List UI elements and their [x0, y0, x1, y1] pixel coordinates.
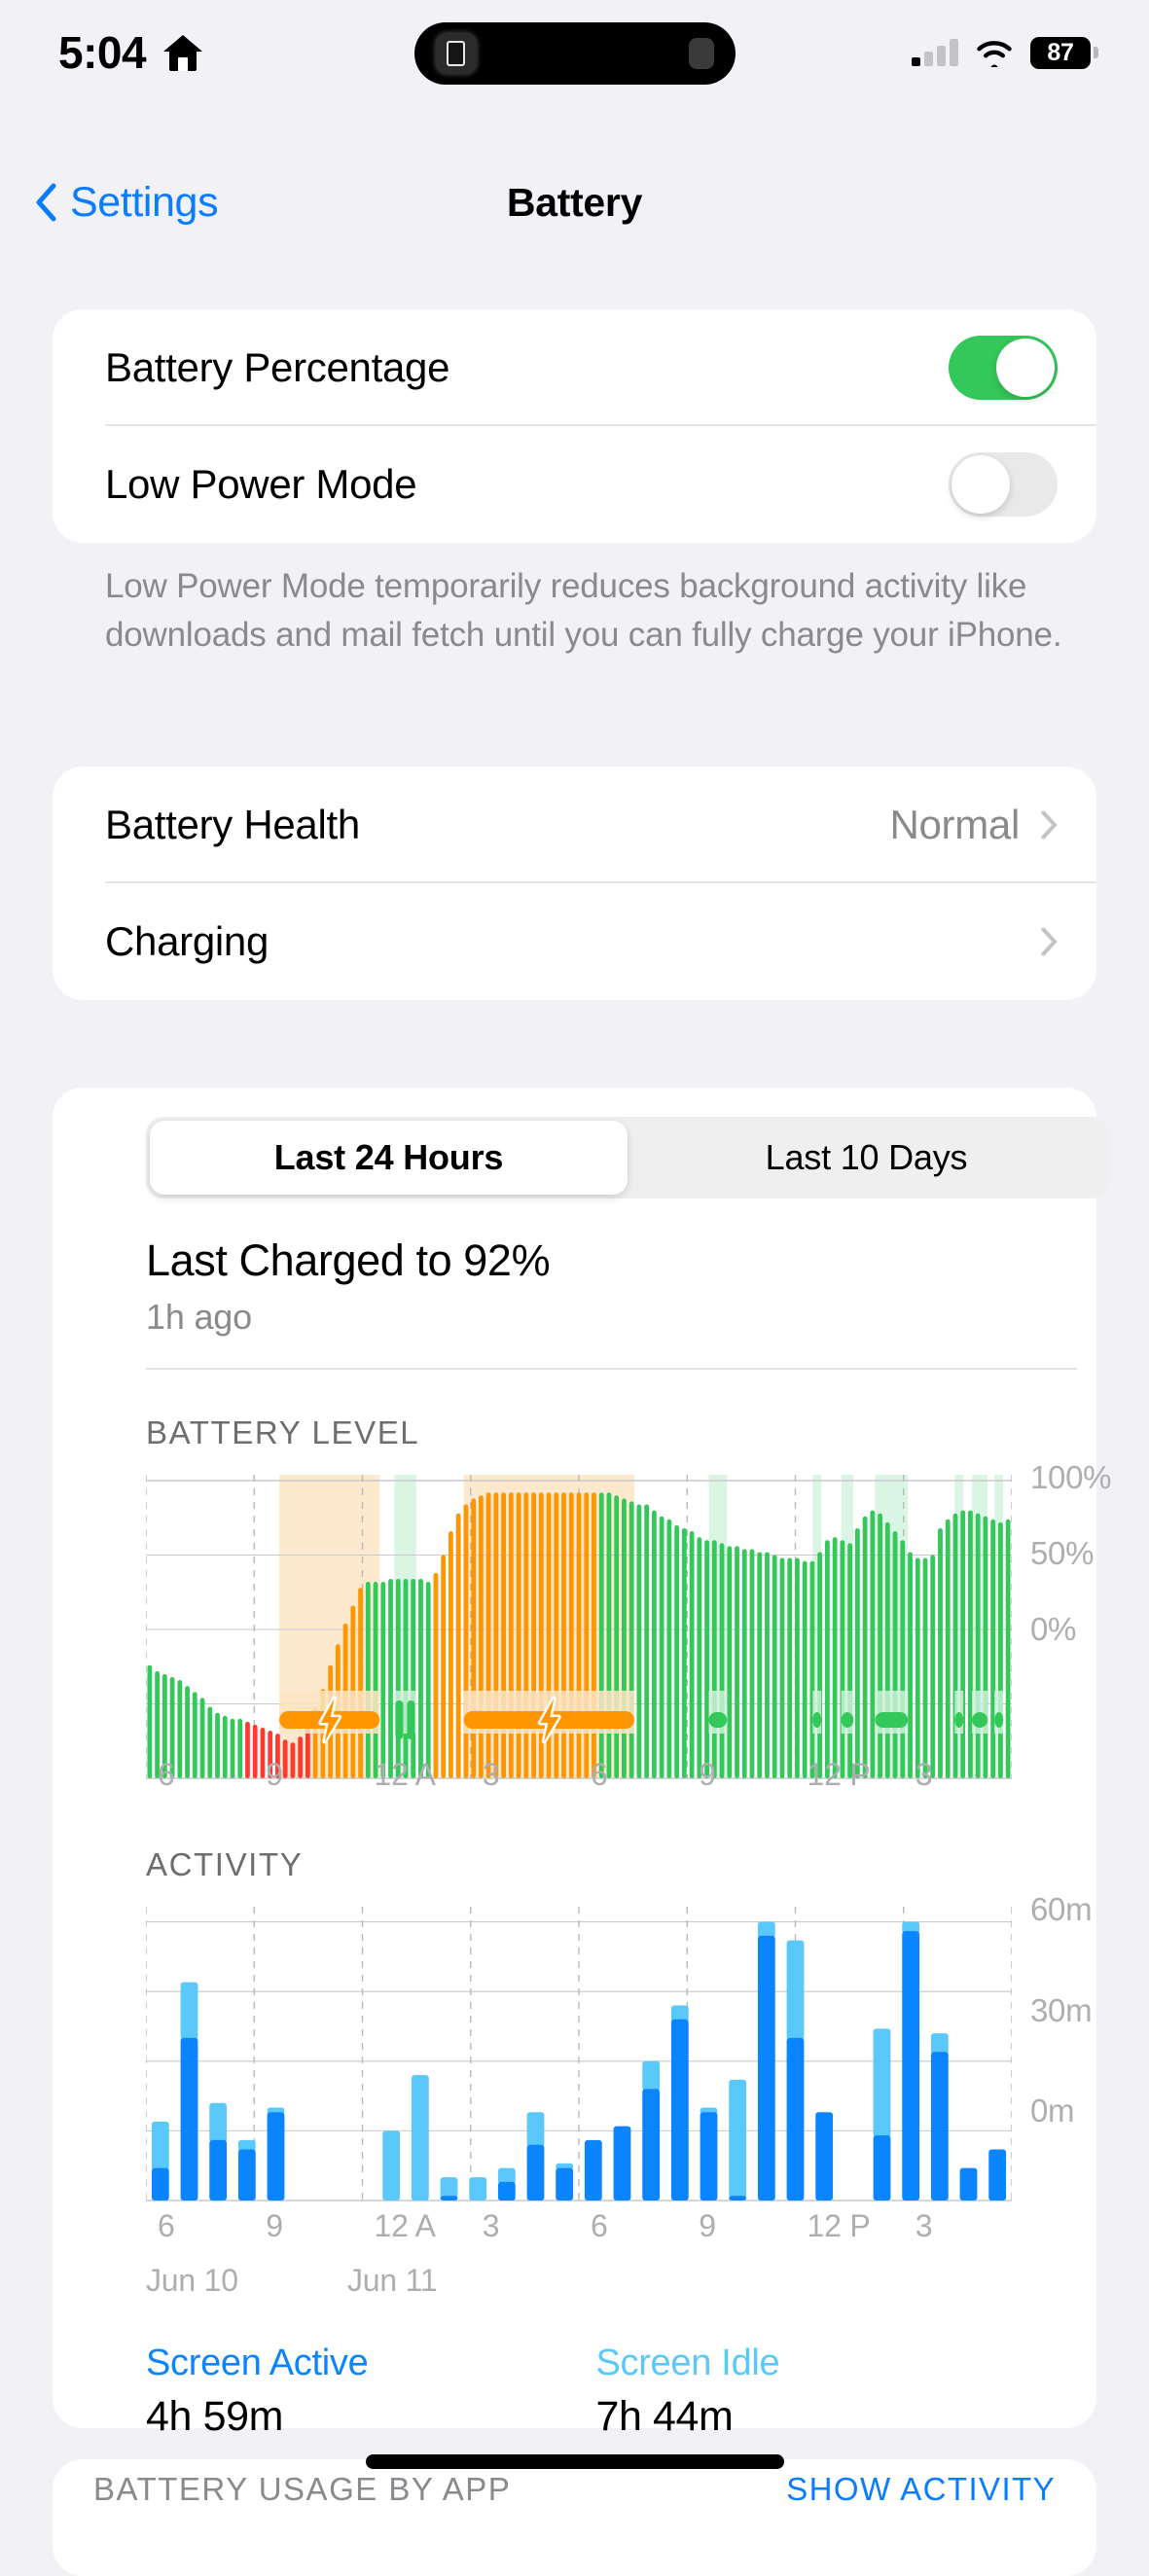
x-tick-label: 3 [482, 1757, 500, 1792]
x-tick-label: 3 [915, 2208, 933, 2243]
activity-ytick-0m: 0m [1030, 2093, 1075, 2129]
battery-percentage-toggle[interactable] [949, 336, 1058, 400]
x-tick-label: 9 [699, 1757, 716, 1792]
live-activity-app-icon [435, 33, 477, 74]
activity-date-axis: Jun 10 Jun 11 [146, 2263, 1012, 2308]
activity-ytick-60m: 60m [1030, 1891, 1093, 1927]
battery-health-value: Normal [889, 802, 1020, 847]
legend-screen-active-value: 4h 59m [146, 2393, 284, 2440]
battery-charge-indicator-row [146, 1691, 1012, 1759]
live-activity-indicator [688, 38, 714, 69]
legend-screen-active-label: Screen Active [146, 2343, 369, 2383]
x-tick-label: 12 A [374, 1757, 436, 1792]
cellular-signal-icon [912, 39, 958, 66]
x-tick-label: 9 [266, 2208, 283, 2243]
legend-screen-idle: Screen Idle 7h 44m [595, 2343, 779, 2441]
charging-row[interactable]: Charging [53, 883, 1096, 1000]
battery-usage-by-app-heading: BATTERY USAGE BY APP [93, 2471, 512, 2507]
x-tick-label: 6 [591, 2208, 608, 2243]
legend-screen-idle-label: Screen Idle [595, 2343, 780, 2383]
x-tick-label: 12 A [374, 2208, 436, 2243]
show-activity-button[interactable]: SHOW ACTIVITY [786, 2471, 1056, 2508]
battery-modes-card: Battery Percentage Low Power Mode [53, 309, 1096, 543]
battery-status-icon: 87 [1030, 36, 1098, 69]
home-indicator[interactable] [365, 2454, 784, 2469]
date-label-jun10: Jun 10 [146, 2263, 238, 2298]
battery-level-ytick-50: 50% [1030, 1535, 1095, 1571]
battery-usage-card: Last 24 Hours Last 10 Days Last Charged … [53, 1088, 1112, 2440]
activity-chart[interactable] [145, 1907, 1013, 2208]
low-power-mode-label: Low Power Mode [105, 461, 417, 507]
navigation-bar: Settings Battery [0, 163, 1149, 241]
activity-x-axis: 6 9 12 A 3 6 9 12 P 3 [146, 2208, 1012, 2253]
dynamic-island[interactable] [413, 22, 736, 85]
last-charged-title: Last Charged to 92% [146, 1235, 551, 1285]
low-power-mode-toggle[interactable] [949, 452, 1058, 517]
status-bar-left: 5:04 [58, 26, 204, 79]
battery-level-ytick-0: 0% [1030, 1611, 1077, 1647]
status-bar: 5:04 87 [0, 0, 1149, 105]
legend-screen-active: Screen Active 4h 59m [146, 2343, 369, 2441]
status-bar-right: 87 [912, 36, 1098, 72]
battery-level-heading: BATTERY LEVEL [146, 1414, 420, 1450]
activity-heading: ACTIVITY [146, 1846, 304, 1882]
battery-level-ytick-100: 100% [1030, 1459, 1112, 1495]
x-tick-label: 3 [915, 1757, 933, 1792]
last-charged-subtitle: 1h ago [146, 1297, 252, 1337]
activity-legend: Screen Active 4h 59m Screen Idle 7h 44m [146, 2343, 780, 2441]
x-tick-label: 9 [266, 1757, 283, 1792]
charging-label: Charging [105, 918, 269, 964]
battery-level-x-axis: 6 9 12 A 3 6 9 12 P 3 [146, 1757, 1012, 1802]
battery-percent-label: 87 [1047, 38, 1074, 66]
low-power-mode-footnote: Low Power Mode temporarily reduces backg… [105, 567, 1062, 655]
chevron-right-icon [1041, 927, 1058, 956]
segment-last-24-hours[interactable]: Last 24 Hours [150, 1121, 628, 1195]
battery-percentage-row[interactable]: Battery Percentage [53, 309, 1096, 426]
x-tick-label: 9 [699, 2208, 716, 2243]
segment-last-10-days[interactable]: Last 10 Days [628, 1121, 1105, 1195]
x-tick-label: 12 P [807, 2208, 871, 2243]
house-icon [162, 32, 204, 73]
page-title: Battery [506, 179, 643, 225]
time-range-segmented-control[interactable]: Last 24 Hours Last 10 Days [146, 1117, 1109, 1199]
chevron-right-icon [1041, 810, 1058, 840]
date-label-jun11: Jun 11 [347, 2263, 438, 2298]
legend-screen-idle-value: 7h 44m [595, 2393, 734, 2440]
battery-health-label: Battery Health [105, 802, 360, 847]
x-tick-label: 6 [591, 1757, 608, 1792]
battery-percentage-label: Battery Percentage [105, 344, 450, 390]
status-bar-time: 5:04 [58, 27, 147, 78]
low-power-mode-row[interactable]: Low Power Mode [53, 426, 1096, 543]
wifi-icon [975, 38, 1014, 72]
card-divider [146, 1368, 1077, 1370]
battery-health-card: Battery Health Normal Charging [53, 767, 1096, 1000]
x-tick-label: 6 [158, 2208, 175, 2243]
activity-ytick-30m: 30m [1030, 1992, 1093, 2028]
x-tick-label: 12 P [807, 1757, 871, 1792]
x-tick-label: 3 [482, 2208, 500, 2243]
x-tick-label: 6 [158, 1757, 175, 1792]
battery-health-row[interactable]: Battery Health Normal [53, 767, 1096, 883]
